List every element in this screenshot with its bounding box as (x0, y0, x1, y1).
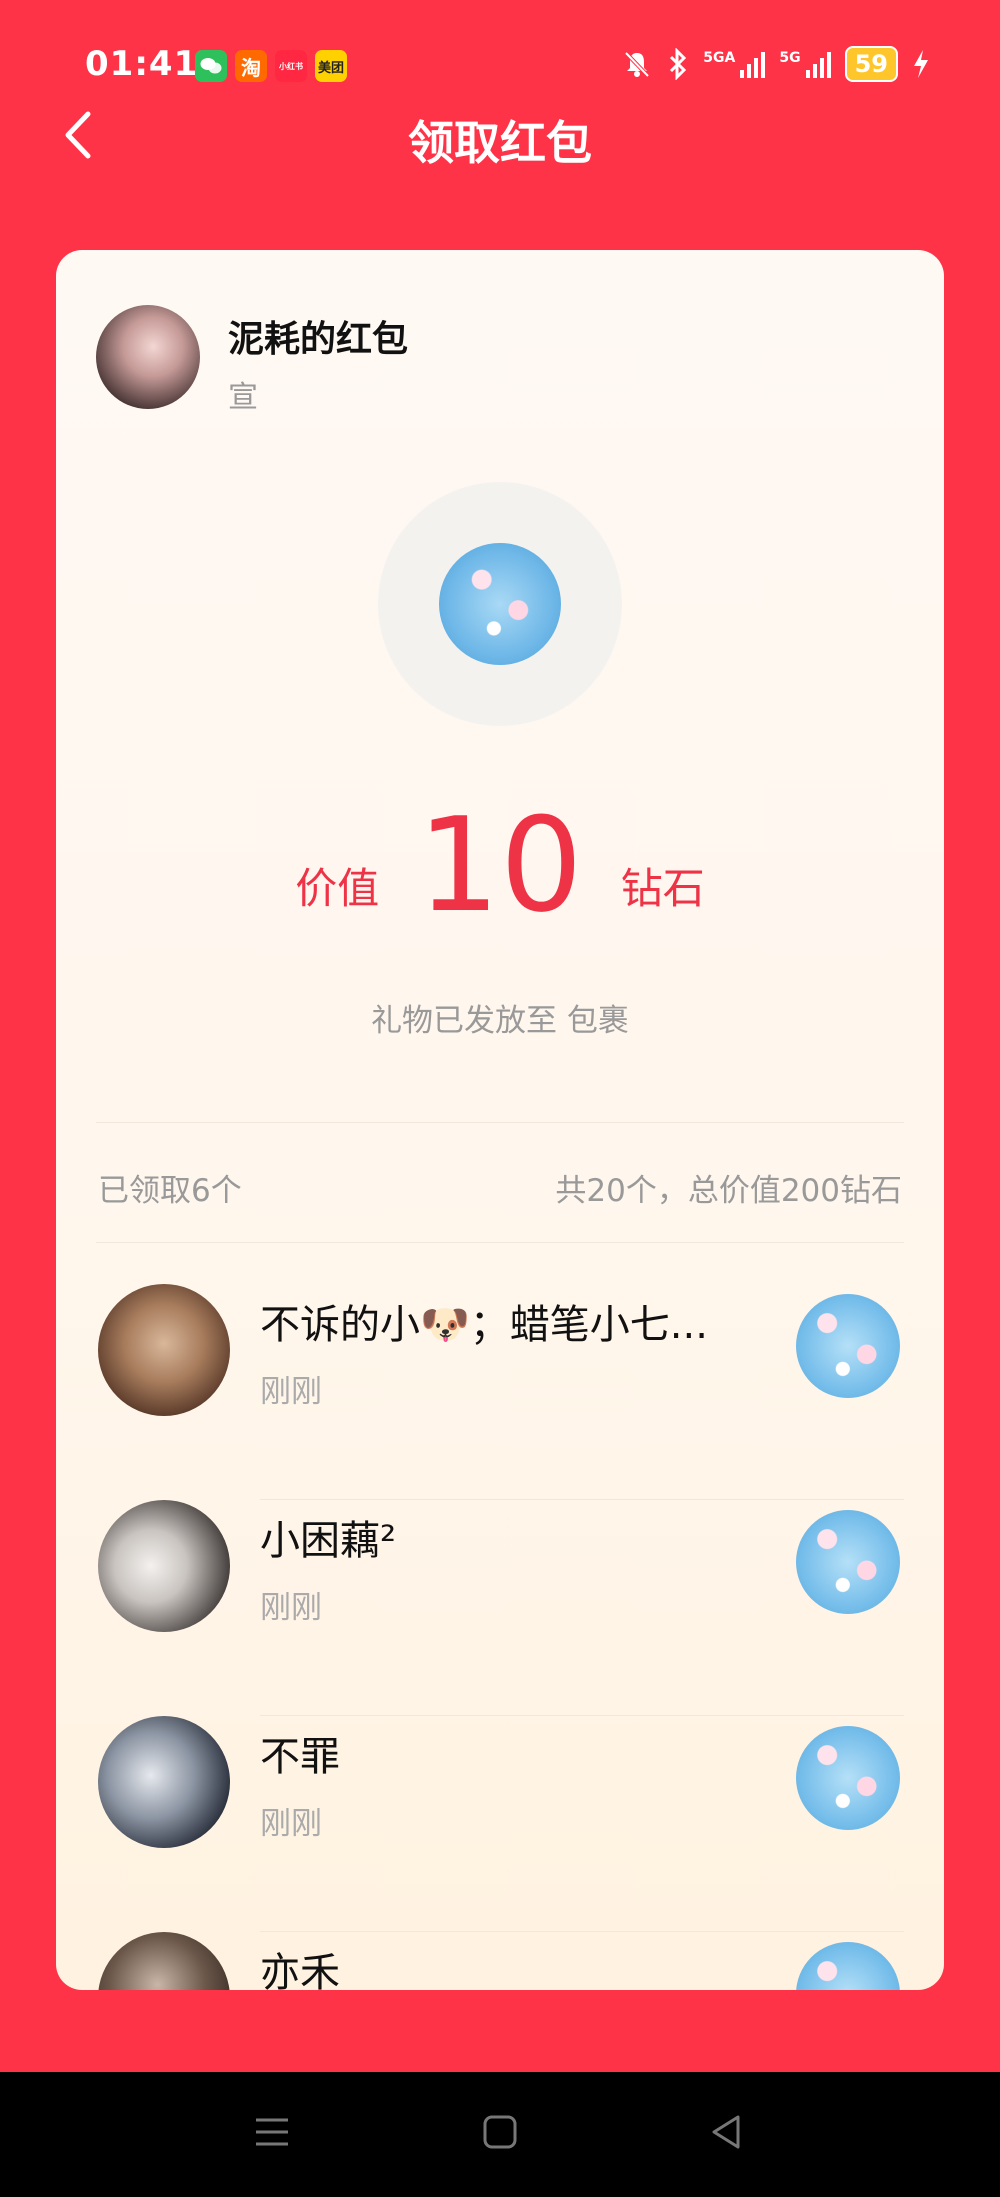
gift-crystal-ball-icon (796, 1294, 900, 1398)
list-item[interactable]: 亦禾 (56, 1932, 944, 1990)
avatar[interactable] (98, 1284, 230, 1416)
avatar[interactable] (98, 1500, 230, 1632)
recipient-name: 不罪 (260, 1734, 340, 1780)
mute-bell-icon (624, 51, 650, 78)
list-item[interactable]: 不诉的小🐶；蜡笔小七... 刚刚 (56, 1284, 944, 1500)
home-icon[interactable] (480, 2112, 520, 2152)
status-time: 01:41 (85, 44, 199, 84)
notification-app-icons: 淘 小红书 美团 (195, 50, 347, 82)
menu-icon[interactable] (252, 2112, 292, 2152)
signal-5g-icon: 5G (779, 50, 831, 78)
sender-subtitle: 宣 (228, 380, 258, 415)
value-prefix: 价值 (295, 864, 380, 913)
meituan-icon: 美团 (315, 50, 347, 82)
back-triangle-icon[interactable] (706, 2112, 746, 2152)
value-amount: 10 (417, 789, 583, 941)
gift-crystal-ball-icon (796, 1726, 900, 1830)
recipient-name: 亦禾 (260, 1950, 340, 1990)
gift-crystal-ball-icon (439, 543, 561, 665)
gift-crystal-ball-icon (796, 1510, 900, 1614)
list-item[interactable]: 小困藕² 刚刚 (56, 1500, 944, 1716)
system-nav-bar (0, 2072, 1000, 2197)
divider (96, 1122, 904, 1123)
taobao-icon: 淘 (235, 50, 267, 82)
sender-avatar[interactable] (96, 305, 200, 409)
list-item[interactable]: 不罪 刚刚 (56, 1716, 944, 1932)
delivered-text: 礼物已发放至 包裹 (371, 1003, 629, 1039)
recipient-time: 刚刚 (260, 1374, 322, 1410)
xiaohongshu-icon: 小红书 (275, 50, 307, 82)
battery-indicator: 59 (844, 46, 898, 82)
avatar[interactable] (98, 1716, 230, 1848)
red-packet-card: 泥耗的红包 宣 价值 10 钻石 礼物已发放至 包裹 已领取6个 共20个，总价… (56, 250, 944, 1990)
claimed-count: 已领取6个 (98, 1173, 242, 1209)
status-indicators: 5GA 5G 59 (621, 46, 930, 82)
total-summary: 共20个，总价值200钻石 (555, 1173, 902, 1209)
recipient-name: 小困藕² (260, 1518, 397, 1564)
wechat-icon (195, 50, 227, 82)
recipient-time: 刚刚 (260, 1590, 322, 1626)
nav-bar: 领取红包 (0, 95, 1000, 175)
value-unit: 钻石 (620, 864, 705, 913)
page-title: 领取红包 (408, 116, 592, 170)
value-row: 价值 10 钻石 (56, 790, 944, 930)
signal-5ga-icon: 5GA (703, 50, 766, 78)
divider (96, 1242, 904, 1243)
gift-crystal-ball-icon (796, 1942, 900, 1990)
recipient-time: 刚刚 (260, 1806, 322, 1842)
charging-bolt-icon (914, 50, 928, 78)
recipient-name: 不诉的小🐶；蜡笔小七... (260, 1302, 708, 1348)
avatar[interactable] (98, 1932, 230, 1990)
sender-name: 泥耗的红包 (228, 319, 409, 360)
gift-image-frame (378, 482, 622, 726)
bluetooth-icon (670, 48, 687, 80)
